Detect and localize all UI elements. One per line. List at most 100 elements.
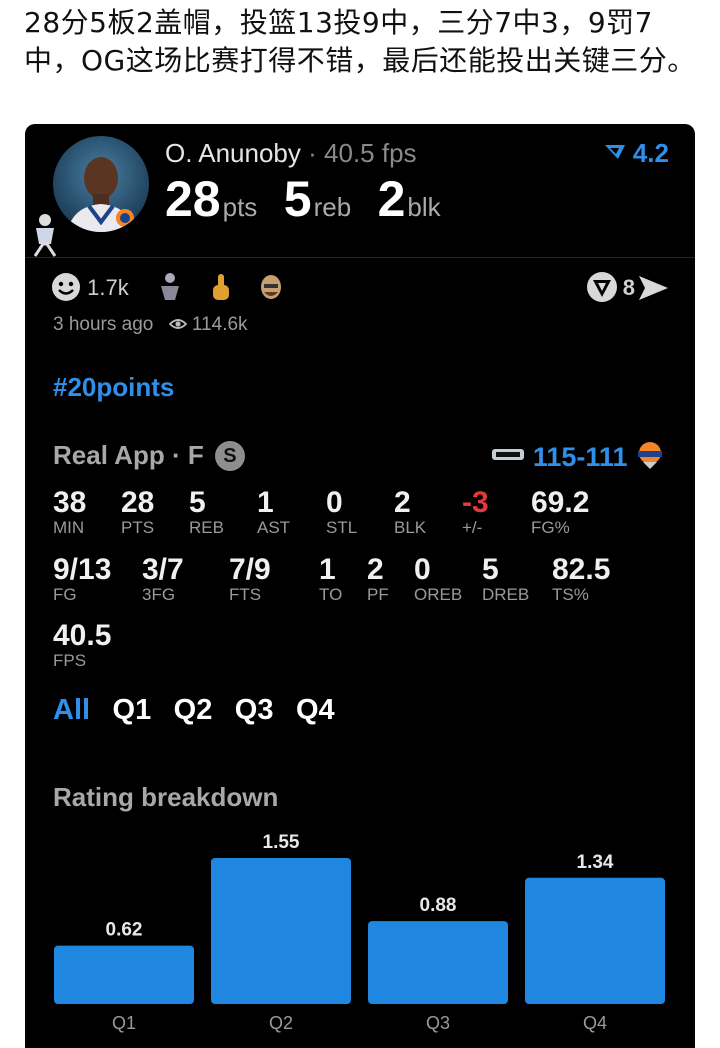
stat-value: 69.2 <box>531 486 590 519</box>
rating-chip[interactable]: 4.2 <box>604 138 669 169</box>
reactions-bar[interactable]: 1.7k <box>51 272 283 302</box>
stat-label: REB <box>189 518 224 537</box>
stat-value: 2 <box>367 553 384 586</box>
bar-q2[interactable] <box>211 858 351 1004</box>
spurs-logo-icon <box>492 449 525 460</box>
stat-stl: 0 STL <box>326 486 357 538</box>
data-label-q2: 1.55 <box>263 832 300 853</box>
rating-breakdown-title: Rating breakdown <box>53 782 279 812</box>
bar-q1[interactable] <box>54 945 194 1004</box>
big-stats: 28pts 5reb 2blk <box>165 170 463 228</box>
stat-plus-minus: -3 +/- <box>462 486 489 538</box>
player-photo <box>67 157 135 232</box>
big-stat-blk-unit: blk <box>407 192 441 222</box>
stat-value: 5 <box>482 553 499 586</box>
header-divider <box>25 257 695 258</box>
player-name-line[interactable]: O. Anunoby · 40.5 fps <box>165 138 417 169</box>
score-value: 115-111 <box>532 442 628 472</box>
stat-oreb: 0 OREB <box>414 553 462 605</box>
stat-label: FG <box>53 585 77 604</box>
post-meta: 3 hours ago 114.6k <box>53 314 248 336</box>
player-avatar[interactable] <box>53 136 149 232</box>
user-badge-icon <box>33 214 57 257</box>
smiley-reaction-icon[interactable] <box>51 272 81 302</box>
stat-3fg: 3/7 3FG <box>142 553 184 605</box>
stat-label: FG% <box>531 518 570 537</box>
big-stat-pts-value: 28 <box>165 171 221 227</box>
stat-label: AST <box>257 518 291 537</box>
stat-label: TS% <box>552 585 589 604</box>
stat-label: PF <box>367 585 389 604</box>
quarter-tabs[interactable]: All Q1 Q2 Q3 Q4 <box>53 694 353 727</box>
eye-icon <box>168 319 187 329</box>
knicks-logo-icon <box>638 442 662 469</box>
stat-fg-pct: 69.2 FG% <box>531 486 589 538</box>
tab-q3[interactable]: Q3 <box>235 694 274 726</box>
stat-blk: 2 BLK <box>394 486 426 538</box>
player-name[interactable]: O. Anunoby <box>165 138 301 168</box>
tab-q4[interactable]: Q4 <box>296 694 335 726</box>
stat-label: STL <box>326 518 358 537</box>
stat-fg: 9/13 FG <box>53 553 111 605</box>
stat-value: 3/7 <box>142 553 184 586</box>
hashtag-link[interactable]: #20points <box>53 372 174 403</box>
comments-count: 8 <box>622 275 635 300</box>
data-label-q1: 0.62 <box>106 920 143 941</box>
stat-min: 38 MIN <box>53 486 86 538</box>
stat-to: 1 TO <box>319 553 342 605</box>
stat-fps: 40.5 FPS <box>53 619 111 671</box>
data-label-q4: 1.34 <box>577 852 614 873</box>
stat-value: 9/13 <box>53 553 112 586</box>
big-stat-reb-value: 5 <box>283 171 312 227</box>
sticker-reaction-icon <box>160 273 179 300</box>
comment-icon <box>587 272 618 302</box>
bar-q4[interactable] <box>525 877 665 1004</box>
face-reaction-icon <box>261 275 282 299</box>
stat-value: 82.5 <box>552 553 611 586</box>
big-stat-pts-unit: pts <box>222 192 258 222</box>
app-position-text: Real App · F <box>53 440 204 470</box>
s-badge: S <box>214 441 245 471</box>
hand-reaction-icon <box>212 274 229 300</box>
stat-label: 3FG <box>142 585 176 604</box>
stat-value: 5 <box>189 486 206 519</box>
stat-fts: 7/9 FTS <box>229 553 271 605</box>
tab-q1[interactable]: Q1 <box>113 694 152 726</box>
game-score[interactable]: 115-111 <box>491 440 665 473</box>
view-count: 114.6k <box>191 314 248 335</box>
stat-value: 38 <box>53 486 87 519</box>
stat-value: 28 <box>121 486 155 519</box>
tab-all[interactable]: All <box>53 694 90 726</box>
stat-label: DREB <box>482 585 530 604</box>
stat-value: 40.5 <box>53 619 112 652</box>
comments-button[interactable]: 8 <box>586 271 635 303</box>
stat-label: BLK <box>394 518 427 537</box>
share-icon[interactable] <box>637 274 669 302</box>
stat-label: +/- <box>462 518 483 537</box>
player-card[interactable]: O. Anunoby · 40.5 fps 4.2 28pts 5reb 2bl… <box>25 124 695 1048</box>
stat-value: 1 <box>257 486 274 519</box>
stat-ast: 1 AST <box>257 486 290 538</box>
stat-value: 0 <box>326 486 343 519</box>
tab-q2[interactable]: Q2 <box>174 694 213 726</box>
stat-label: MIN <box>53 518 85 537</box>
stat-reb: 5 REB <box>189 486 224 538</box>
big-stat-reb-unit: reb <box>313 192 352 222</box>
bar-q3[interactable] <box>368 921 508 1004</box>
time-ago: 3 hours ago <box>53 314 154 335</box>
stat-label: TO <box>319 585 343 604</box>
post-text: 28分5板2盖帽，投篮13投9中，三分7中3，9罚7中，OG这场比赛打得不错，最… <box>24 6 696 77</box>
stat-ts-pct: 82.5 TS% <box>552 553 610 605</box>
stat-label: PTS <box>121 518 155 537</box>
stat-label: OREB <box>414 585 463 604</box>
stat-value: 0 <box>414 553 431 586</box>
app-line: Real App · F S <box>53 440 245 471</box>
category-label-q4: Q4 <box>583 1013 607 1033</box>
category-label-q3: Q3 <box>426 1013 450 1033</box>
rating-breakdown-chart: 0.62 Q1 1.55 Q2 0.88 Q3 1.34 Q4 <box>54 832 665 1033</box>
name-separator: · <box>308 138 317 168</box>
stat-pts: 28 PTS <box>121 486 154 538</box>
stat-value: 1 <box>319 553 336 586</box>
stat-dreb: 5 DREB <box>482 553 529 605</box>
fps-value: 40.5 fps <box>324 138 417 168</box>
